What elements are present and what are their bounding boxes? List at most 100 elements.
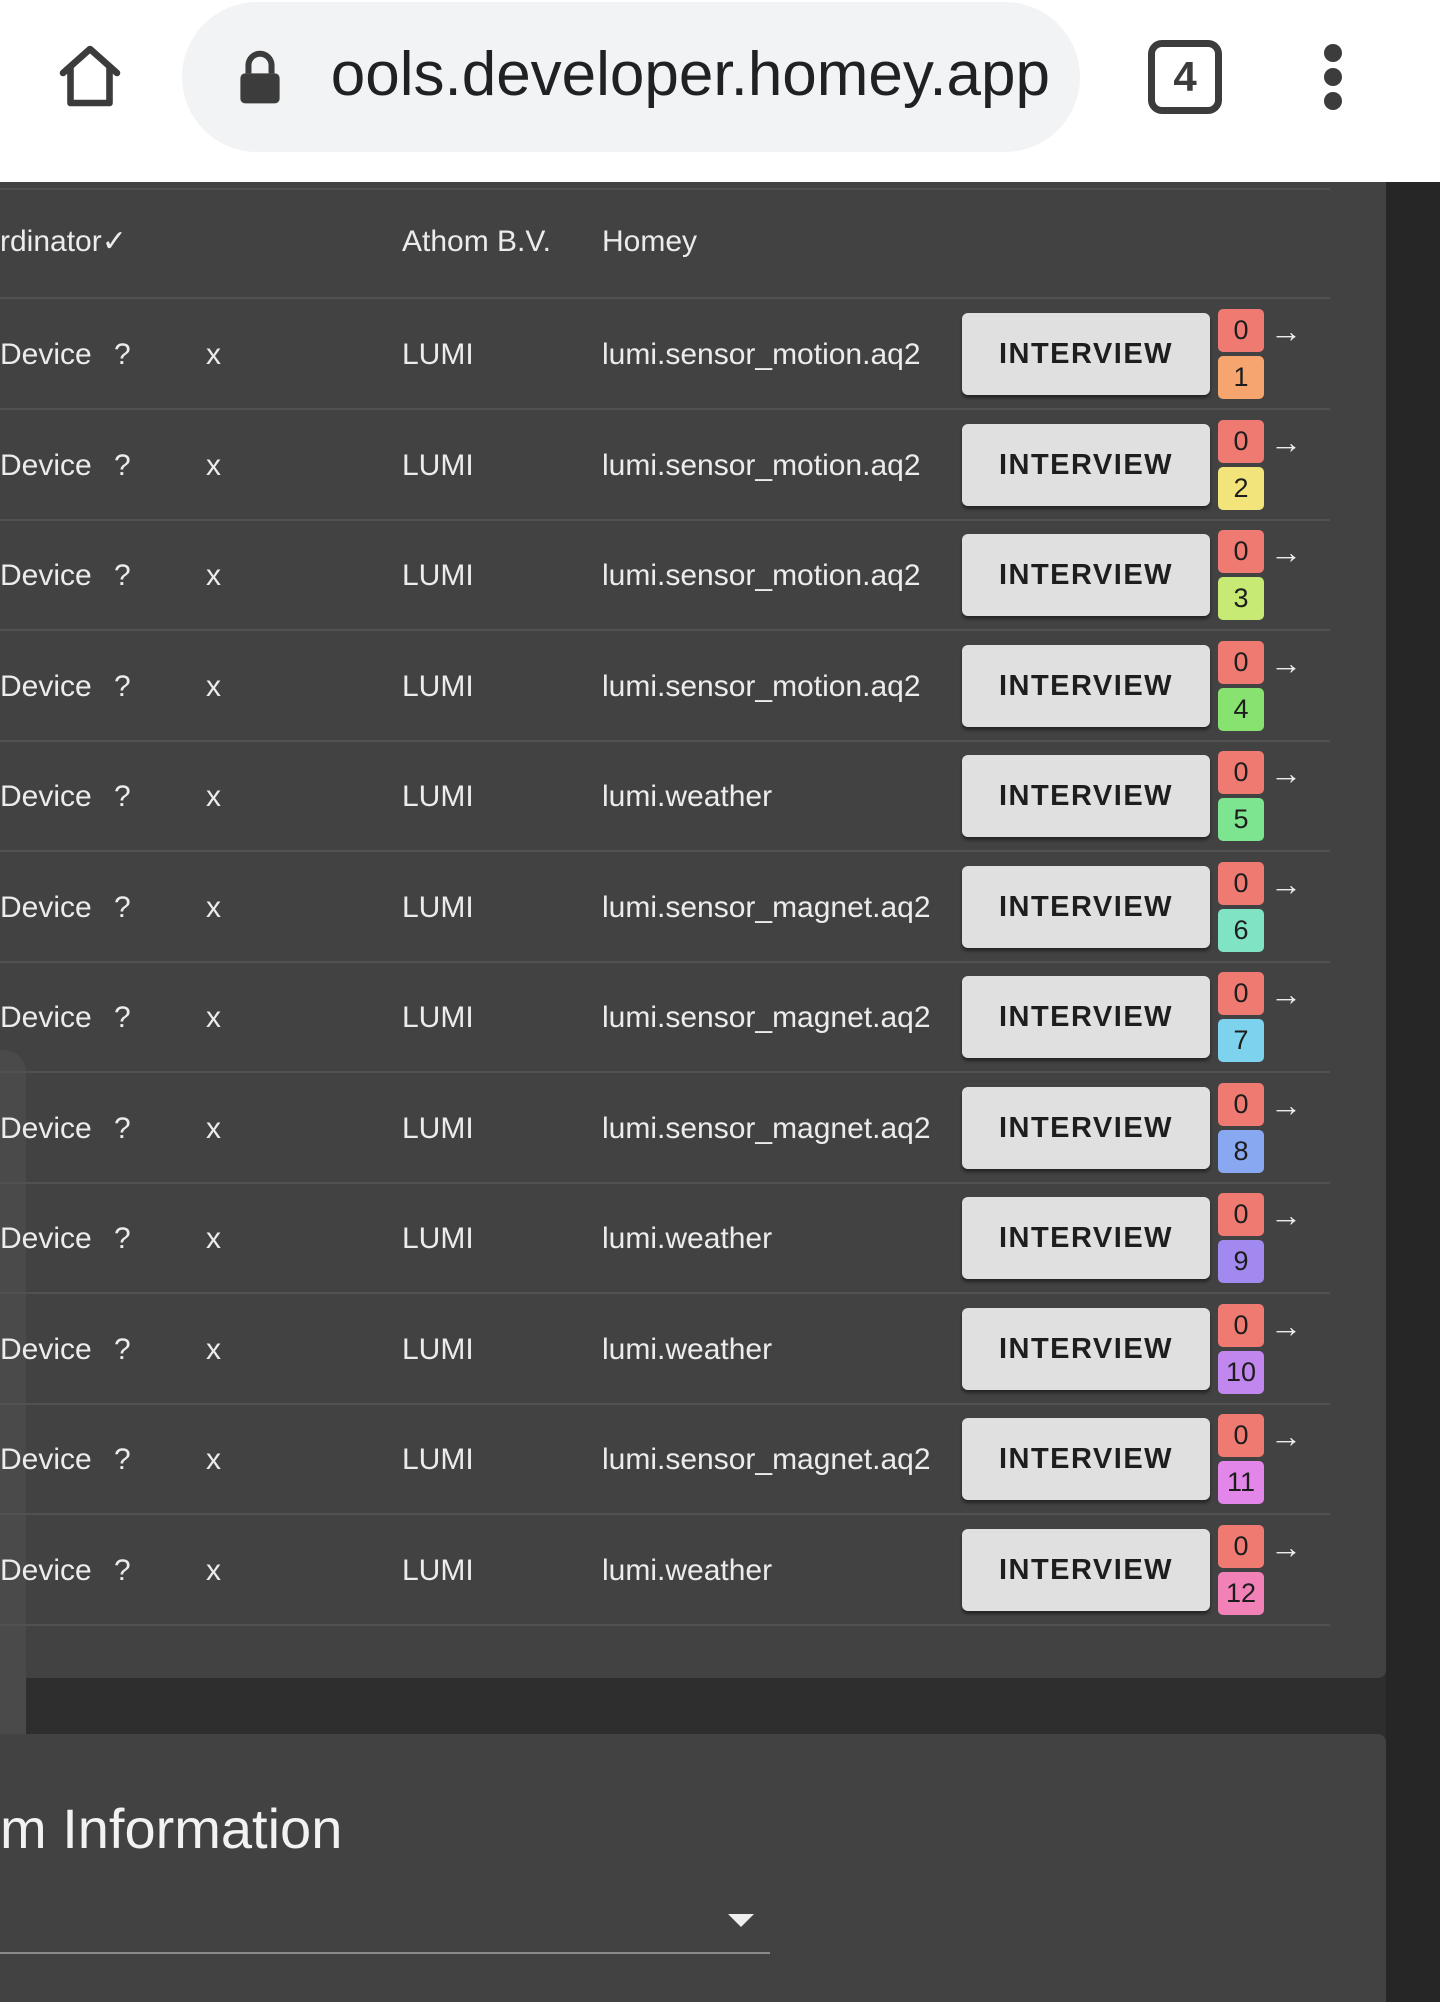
node-badges: 06	[1218, 862, 1264, 956]
device-flag: x	[206, 1222, 221, 1255]
devices-card: rdinator✓ Athom B.V. Homey Device? x LUMI l…	[0, 182, 1386, 1880]
more-menu-button[interactable]	[1306, 40, 1362, 114]
node-badges: 04	[1218, 641, 1264, 735]
node-badges: 07	[1218, 972, 1264, 1066]
device-flag: x	[206, 449, 221, 482]
route-arrow-icon: →	[1270, 866, 1302, 902]
device-model: lumi.weather	[602, 1333, 773, 1366]
node-index-badge: 7	[1218, 1019, 1264, 1062]
node-badges: 01	[1218, 309, 1264, 403]
interview-button[interactable]: INTERVIEW	[962, 1197, 1210, 1279]
device-manufacturer: LUMI	[402, 1554, 474, 1587]
node-index-badge: 11	[1218, 1461, 1264, 1504]
dropdown-arrow-icon[interactable]	[728, 1914, 754, 1927]
page-gutter	[1386, 182, 1440, 2002]
interview-button[interactable]: INTERVIEW	[962, 1418, 1210, 1500]
node-badges: 0 12	[1218, 1525, 1264, 1619]
node-badges: 0 10	[1218, 1304, 1264, 1398]
device-status: ?	[114, 670, 131, 703]
node-badges: 08	[1218, 1083, 1264, 1177]
node-index-badge: 3	[1218, 577, 1264, 620]
interview-button[interactable]: INTERVIEW	[962, 1308, 1210, 1390]
device-model: lumi.sensor_magnet.aq2	[602, 1112, 931, 1145]
route-arrow-icon: →	[1270, 1529, 1302, 1565]
tab-switcher-button[interactable]: 4	[1148, 40, 1222, 114]
table-row: Device? x LUMI lumi.sensor_magnet.aq2 INTERV…	[0, 852, 1330, 963]
device-manufacturer: LUMI	[402, 338, 474, 371]
device-model: lumi.sensor_motion.aq2	[602, 670, 921, 703]
node-badges: 02	[1218, 420, 1264, 514]
device-status: ?	[114, 559, 131, 592]
device-flag: x	[206, 1112, 221, 1145]
device-type: rdinator✓	[0, 225, 127, 258]
route-arrow-icon: →	[1270, 424, 1302, 460]
interview-button[interactable]: INTERVIEW	[962, 1087, 1210, 1169]
interview-button[interactable]: INTERVIEW	[962, 976, 1210, 1058]
device-manufacturer: LUMI	[402, 891, 474, 924]
interview-button[interactable]: INTERVIEW	[962, 866, 1210, 948]
node-index-badge: 8	[1218, 1130, 1264, 1173]
table-row: Device? x LUMI lumi.sensor_magnet.aq2 INTERV…	[0, 1073, 1330, 1184]
device-type: Device	[0, 1222, 92, 1255]
device-flag: x	[206, 780, 221, 813]
device-status: ?	[114, 891, 131, 924]
table-row: Device? x LUMI lumi.weather INTERVIEW 0 5 →	[0, 741, 1330, 852]
interview-button[interactable]: INTERVIEW	[962, 534, 1210, 616]
device-type: Device	[0, 891, 92, 924]
device-manufacturer: LUMI	[402, 1443, 474, 1476]
device-manufacturer: LUMI	[402, 449, 474, 482]
address-bar[interactable]: ools.developer.homey.app	[182, 2, 1080, 152]
home-button[interactable]	[48, 34, 132, 118]
device-model: lumi.weather	[602, 1554, 773, 1587]
interview-button[interactable]: INTERVIEW	[962, 313, 1210, 395]
interview-button[interactable]: INTERVIEW	[962, 645, 1210, 727]
device-flag: x	[206, 891, 221, 924]
device-status: ?	[114, 1222, 131, 1255]
route-arrow-icon: →	[1270, 755, 1302, 791]
device-flag: x	[206, 1001, 221, 1034]
device-status: ?	[114, 1001, 131, 1034]
table-row: Device? x LUMI lumi.weather INTERVIEW 0 12 →	[0, 1515, 1330, 1626]
count-badge: 0	[1218, 1083, 1264, 1126]
lock-icon	[240, 50, 280, 104]
device-type: Device	[0, 670, 92, 703]
device-model: lumi.sensor_motion.aq2	[602, 449, 921, 482]
system-select[interactable]	[0, 1894, 770, 1954]
device-type: Device	[0, 449, 92, 482]
device-manufacturer: Athom B.V.	[402, 225, 551, 258]
table-row: Device? x LUMI lumi.weather INTERVIEW 0 10 →	[0, 1294, 1330, 1405]
device-type: Device	[0, 780, 92, 813]
node-index-badge: 5	[1218, 798, 1264, 841]
device-type: Device	[0, 1333, 92, 1366]
table-row: Device? x LUMI lumi.sensor_motion.aq2 INTERV…	[0, 410, 1330, 521]
route-arrow-icon: →	[1270, 1197, 1302, 1233]
device-model: lumi.sensor_motion.aq2	[602, 338, 921, 371]
table-row: Device? x LUMI lumi.sensor_motion.aq2 INTERV…	[0, 299, 1330, 410]
device-flag: x	[206, 559, 221, 592]
table-row: Device? x LUMI lumi.sensor_magnet.aq2 INTERV…	[0, 1404, 1330, 1515]
count-badge: 0	[1218, 862, 1264, 905]
menu-dot-icon	[1324, 44, 1342, 62]
route-arrow-icon: →	[1270, 976, 1302, 1012]
route-arrow-icon: →	[1270, 534, 1302, 570]
section-title: m Information	[0, 1797, 343, 1860]
interview-button[interactable]: INTERVIEW	[962, 755, 1210, 837]
device-model: lumi.sensor_magnet.aq2	[602, 891, 931, 924]
device-status: ?	[114, 449, 131, 482]
count-badge: 0	[1218, 972, 1264, 1015]
count-badge: 0	[1218, 309, 1264, 352]
home-icon	[59, 45, 121, 107]
interview-button[interactable]: INTERVIEW	[962, 424, 1210, 506]
interview-button[interactable]: INTERVIEW	[962, 1529, 1210, 1611]
device-model: lumi.weather	[602, 1222, 773, 1255]
select-underline	[0, 1952, 770, 1954]
device-type: Device	[0, 338, 92, 371]
tab-count: 4	[1173, 53, 1197, 100]
device-status: ?	[114, 1333, 131, 1366]
device-manufacturer: LUMI	[402, 780, 474, 813]
url-text: ools.developer.homey.app	[330, 40, 1050, 109]
device-manufacturer: LUMI	[402, 559, 474, 592]
device-model: lumi.sensor_magnet.aq2	[602, 1443, 931, 1476]
table-row: Device? x LUMI lumi.sensor_motion.aq2 INTERV…	[0, 520, 1330, 631]
count-badge: 0	[1218, 641, 1264, 684]
